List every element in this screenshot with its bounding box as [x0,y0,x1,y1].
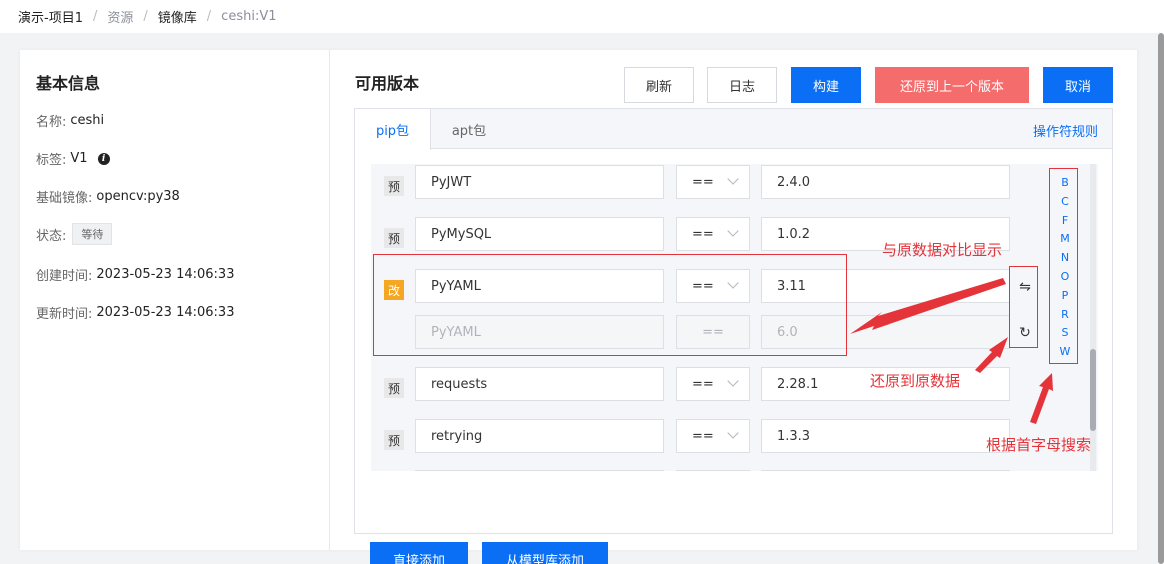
letter-search-annotation: 根据首字母搜索 [986,436,1092,454]
log-button[interactable]: 日志 [707,67,777,103]
package-name-input[interactable]: retrying [415,419,664,453]
build-button[interactable]: 构建 [791,67,861,103]
info-tag-value: V1 [70,151,88,166]
restore-previous-version-button[interactable]: 还原到上一个版本 [875,67,1029,103]
letter-index-highlight [1049,168,1078,364]
breadcrumb-resources[interactable]: 资源 [107,7,133,26]
cancel-button[interactable]: 取消 [1043,67,1113,103]
operator-select[interactable]: == [676,217,750,251]
info-updated-label: 更新时间: [36,307,93,322]
operator-value: == [692,376,714,392]
versions-title: 可用版本 [355,74,420,93]
operator-select[interactable] [676,470,750,471]
chevron-down-icon [727,173,739,185]
info-base-label: 基础镜像: [36,191,93,206]
compare-restore-highlight [1009,266,1038,348]
basic-info-panel: 基本信息 名称: ceshi 标签: V1 i 基础镜像: opencv:py3… [20,50,330,550]
package-version-input[interactable] [761,470,1010,471]
info-name-label: 名称: [36,115,67,130]
tab-apt[interactable]: apt包 [431,109,507,150]
package-list-scrollbar[interactable] [1090,164,1096,471]
info-created: 创建时间: 2023-05-23 14:06:33 [36,265,234,284]
compare-annotation: 与原数据对比显示 [882,241,1003,259]
add-direct-button[interactable]: 直接添加 [370,542,468,564]
add-from-model-repo-button[interactable]: 从模型库添加 [482,542,608,564]
breadcrumb-project[interactable]: 演示-项目1 [18,7,83,26]
tab-pip[interactable]: pip包 [355,109,431,150]
info-tag-label: 标签: [36,153,67,168]
preset-tag: 预 [384,430,404,450]
page-scrollbar[interactable] [1158,33,1164,564]
breadcrumb-image-repo[interactable]: 镜像库 [158,7,197,26]
preset-tag: 预 [384,378,404,398]
refresh-button[interactable]: 刷新 [624,67,694,103]
operator-select[interactable]: == [676,367,750,401]
preset-tag: 预 [384,228,404,248]
info-base-image: 基础镜像: opencv:py38 [36,187,180,206]
modified-row-highlight [373,254,847,356]
breadcrumb-separator: / [92,9,98,24]
info-tag: 标签: V1 i [36,149,110,168]
breadcrumb: 演示-项目1 / 资源 / 镜像库 / ceshi:V1 [0,0,1164,33]
chevron-down-icon [727,427,739,439]
basic-info-title: 基本信息 [36,74,101,93]
operator-value: == [692,226,714,242]
info-created-label: 创建时间: [36,269,93,284]
package-name-input[interactable]: requests [415,367,664,401]
operator-value: == [692,428,714,444]
breadcrumb-separator: / [143,9,148,24]
info-name: 名称: ceshi [36,111,104,130]
operator-rules-link[interactable]: 操作符规则 [1033,121,1098,140]
info-status-label: 状态: [36,228,67,244]
info-base-value: opencv:py38 [96,189,180,204]
breadcrumb-separator: / [206,9,212,24]
breadcrumb-current: ceshi:V1 [221,9,277,24]
info-status: 状态: 等待 [36,223,113,245]
package-name-input[interactable] [415,470,664,471]
info-icon[interactable]: i [97,152,110,165]
restore-annotation: 还原到原数据 [870,372,961,390]
package-version-input[interactable]: 1.3.3 [761,419,1010,453]
operator-select[interactable]: == [676,165,750,199]
package-name-input[interactable]: PyJWT [415,165,664,199]
package-tabs: pip包 apt包 操作符规则 [355,109,1112,150]
info-updated: 更新时间: 2023-05-23 14:06:33 [36,303,234,322]
package-name-input[interactable]: PyMySQL [415,217,664,251]
page-scrollbar-thumb[interactable] [1158,33,1164,564]
operator-value: == [692,174,714,190]
package-list-scrollbar-thumb[interactable] [1090,349,1096,431]
chevron-down-icon [727,375,739,387]
status-badge: 等待 [72,223,113,245]
operator-select[interactable]: == [676,419,750,453]
preset-tag: 预 [384,176,404,196]
package-version-input[interactable]: 2.4.0 [761,165,1010,199]
info-name-value: ceshi [70,113,105,128]
info-updated-value: 2023-05-23 14:06:33 [96,305,235,320]
info-created-value: 2023-05-23 14:06:33 [96,267,235,282]
chevron-down-icon [727,225,739,237]
